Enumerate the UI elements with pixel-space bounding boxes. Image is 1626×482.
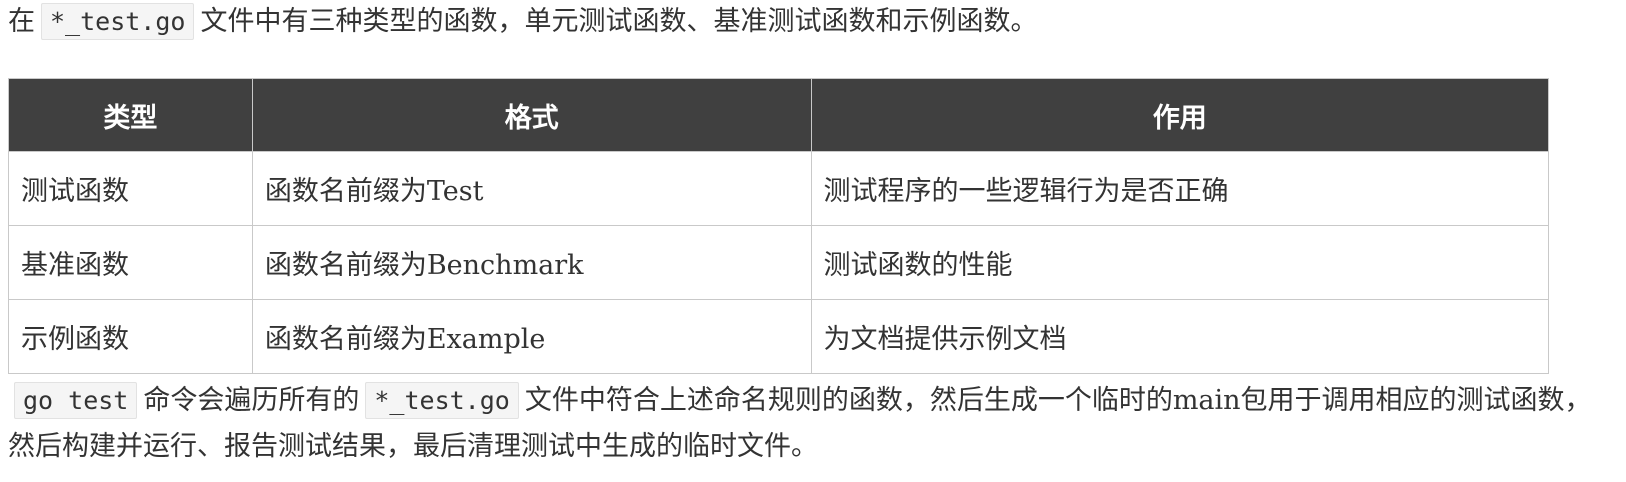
cell-format: 函数名前缀为Example (251, 299, 812, 374)
table-row: 示例函数 函数名前缀为Example 为文档提供示例文档 (8, 299, 1550, 374)
outro-paragraph: go test 命令会遍历所有的 *_test.go 文件中符合上述命名规则的函数，然… (8, 378, 1608, 470)
cell-format: 函数名前缀为Benchmark (251, 225, 812, 300)
cell-type: 基准函数 (8, 225, 253, 300)
function-types-table: 类型 格式 作用 测试函数 函数名前缀为Test 测试程序的一些逻辑行为是否正确… (8, 78, 1550, 374)
table-row: 测试函数 函数名前缀为Test 测试程序的一些逻辑行为是否正确 (8, 151, 1550, 226)
header-type: 类型 (8, 78, 253, 152)
header-purpose: 作用 (810, 78, 1550, 152)
table-header-row: 类型 格式 作用 (8, 78, 1550, 152)
header-format: 格式 (251, 78, 812, 152)
outro-text-1: 命令会遍历所有的 (143, 385, 360, 416)
intro-prefix: 在 (8, 6, 35, 37)
inline-code-test-file: *_test.go (41, 3, 195, 40)
cell-purpose: 为文档提供示例文档 (810, 299, 1550, 374)
inline-code-go-test: go test (14, 382, 138, 419)
cell-format: 函数名前缀为Test (251, 151, 812, 226)
table-row: 基准函数 函数名前缀为Benchmark 测试函数的性能 (8, 225, 1550, 300)
cell-type: 示例函数 (8, 299, 253, 374)
cell-purpose: 测试程序的一些逻辑行为是否正确 (810, 151, 1550, 226)
cell-purpose: 测试函数的性能 (810, 225, 1550, 300)
inline-code-test-file-2: *_test.go (365, 382, 519, 419)
cell-type: 测试函数 (8, 151, 253, 226)
intro-paragraph: 在 *_test.go 文件中有三种类型的函数，单元测试函数、基准测试函数和示例函数… (8, 2, 1037, 42)
intro-suffix: 文件中有三种类型的函数，单元测试函数、基准测试函数和示例函数。 (200, 6, 1038, 37)
